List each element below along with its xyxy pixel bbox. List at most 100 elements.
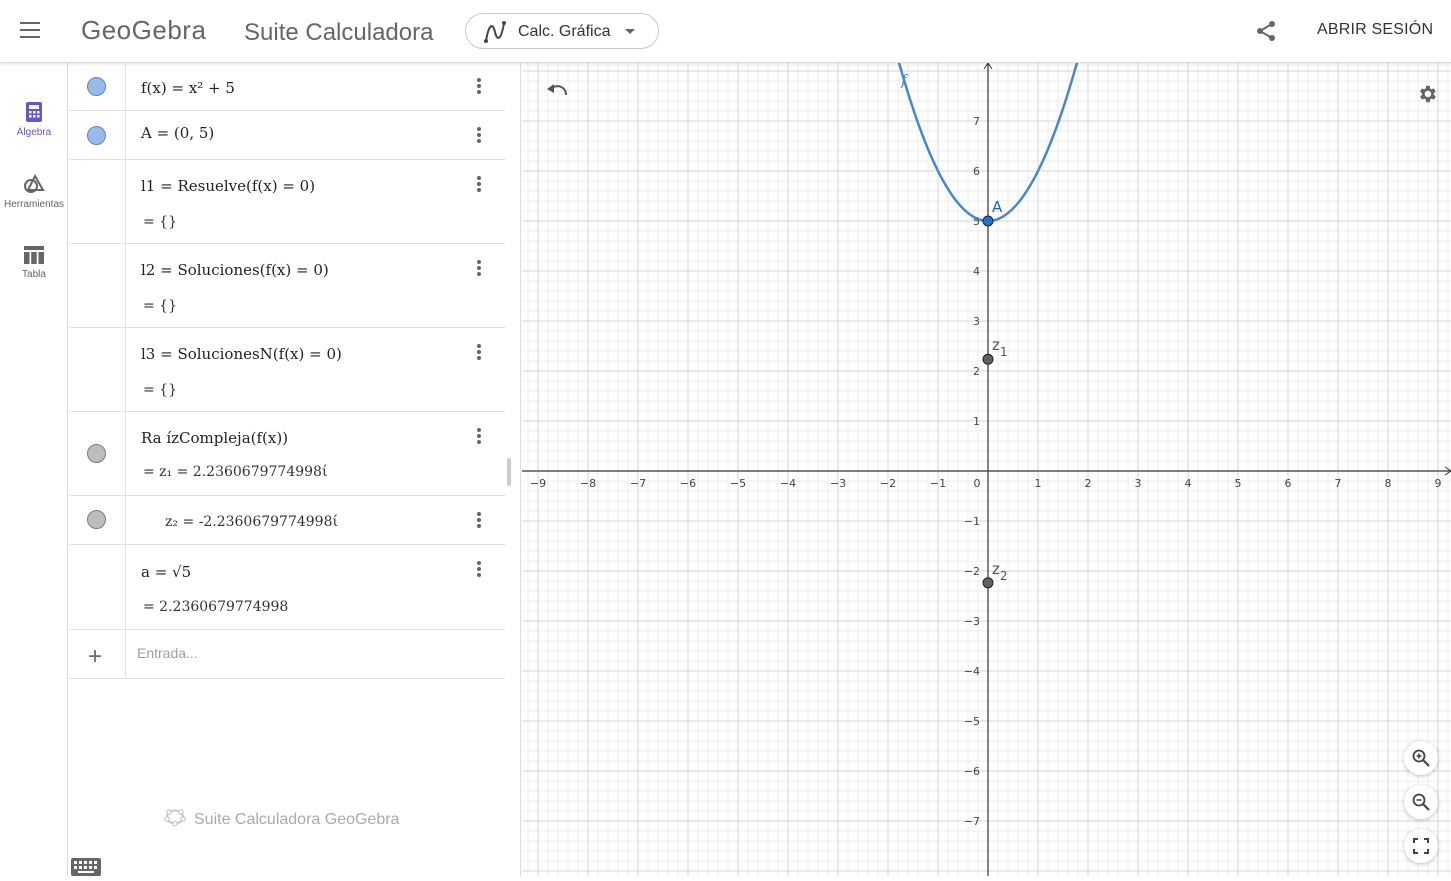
- zoom-out-button[interactable]: [1404, 785, 1438, 819]
- more-vert-icon[interactable]: [474, 260, 484, 280]
- visibility-toggle[interactable]: [87, 126, 106, 145]
- x-tick-label: −8: [580, 477, 596, 490]
- algebra-result: = {}: [143, 298, 177, 314]
- point-label-A: A: [992, 198, 1003, 216]
- algebra-input-row[interactable]: + Entrada...: [69, 630, 505, 679]
- more-vert-icon[interactable]: [474, 176, 484, 196]
- y-tick-label: −6: [964, 765, 980, 778]
- algebra-expression: f(x) = x² + 5: [141, 79, 235, 97]
- add-icon[interactable]: +: [88, 645, 102, 669]
- algebra-row[interactable]: f(x) = x² + 5: [69, 63, 505, 111]
- calculator-icon: [26, 102, 42, 122]
- algebra-row[interactable]: l3 = SolucionesN(f(x) = 0) = {}: [69, 328, 505, 412]
- algebra-expression: a = √5: [141, 563, 192, 581]
- more-vert-icon[interactable]: [474, 344, 484, 364]
- graphics-view[interactable]: −9 −8 −7 −6 −5 −4 −3 −2 −1 0 1 2 3 4 5 6 7 8 9 7 6 5 4 3 2 1 −1 −2−…: [522, 63, 1451, 876]
- x-tick-label: −5: [730, 477, 746, 490]
- point-z2: [982, 577, 994, 589]
- geogebra-logo: GeoGebra: [81, 15, 207, 45]
- y-tick-label: −7: [964, 815, 980, 828]
- x-tick-label: 2: [1085, 477, 1092, 490]
- x-tick-label: −1: [930, 477, 946, 490]
- algebra-row[interactable]: l2 = Soluciones(f(x) = 0) = {}: [69, 244, 505, 328]
- fullscreen-button[interactable]: [1404, 829, 1438, 863]
- algebra-result: = 2.2360679774998: [143, 599, 289, 615]
- y-tick-label: −5: [964, 715, 980, 728]
- zoom-in-button[interactable]: [1404, 741, 1438, 775]
- signin-button[interactable]: ABRIR SESIÓN: [1317, 21, 1433, 39]
- more-vert-icon[interactable]: [474, 512, 484, 532]
- visibility-toggle[interactable]: [87, 444, 106, 463]
- undo-button[interactable]: [538, 75, 572, 109]
- suite-footer-text: Suite Calculadora GeoGebra: [194, 811, 400, 828]
- nav-label-table: Tabla: [22, 269, 46, 280]
- geogebra-logo-icon: [164, 809, 186, 827]
- fullscreen-icon: [1413, 838, 1429, 854]
- y-tick-label: 3: [973, 315, 980, 328]
- settings-button[interactable]: [1408, 75, 1442, 109]
- panel-resize-handle[interactable]: [507, 458, 511, 486]
- coordinate-plane[interactable]: −9 −8 −7 −6 −5 −4 −3 −2 −1 0 1 2 3 4 5 6 7 8 97654321−1−2−…: [522, 63, 1451, 876]
- algebra-expression: z₂ = -2.2360679774998ί: [165, 514, 338, 530]
- visibility-toggle[interactable]: [87, 510, 106, 529]
- point-z1: [982, 353, 994, 365]
- nav-label-algebra: Álgebra: [16, 127, 52, 138]
- y-tick-label: 4: [973, 265, 980, 278]
- algebra-row[interactable]: a = √5 = 2.2360679774998: [69, 545, 505, 630]
- nav-item-algebra[interactable]: Álgebra: [0, 101, 68, 161]
- graph-curve-icon: [484, 21, 506, 43]
- algebra-row[interactable]: z₂ = -2.2360679774998ί: [69, 496, 505, 545]
- point-label-z2: z2: [992, 560, 1008, 583]
- algebra-expression: l1 = Resuelve(f(x) = 0): [141, 177, 316, 195]
- y-tick-label: 7: [973, 115, 980, 128]
- more-vert-icon[interactable]: [474, 78, 484, 98]
- nav-item-table[interactable]: Tabla: [0, 245, 68, 305]
- y-tick-label: −3: [964, 615, 980, 628]
- algebra-row[interactable]: A = (0, 5): [69, 111, 505, 160]
- more-vert-icon[interactable]: [474, 127, 484, 147]
- nav-item-tools[interactable]: Herramientas: [0, 173, 68, 233]
- table-icon: [24, 246, 44, 264]
- x-tick-label: −2: [880, 477, 896, 490]
- x-tick-label: 8: [1385, 477, 1392, 490]
- x-tick-label: −9: [530, 477, 546, 490]
- app-name: Suite Calculadora: [244, 19, 434, 46]
- suite-footer: Suite Calculadora GeoGebra: [164, 807, 399, 829]
- menu-icon[interactable]: [20, 22, 42, 40]
- x-tick-label: 7: [1335, 477, 1342, 490]
- visibility-toggle[interactable]: [87, 77, 106, 96]
- x-tick-label: 5: [1235, 477, 1242, 490]
- y-tick-label: −4: [964, 665, 980, 678]
- x-tick-label: 0: [974, 477, 981, 490]
- undo-icon: [547, 84, 567, 96]
- app-switch-dropdown[interactable]: Calc. Gráfica: [465, 13, 659, 49]
- app-switch-label: Calc. Gráfica: [518, 23, 611, 40]
- x-tick-label: 9: [1435, 477, 1442, 490]
- x-tick-label: −7: [630, 477, 646, 490]
- gear-icon: [1420, 85, 1436, 103]
- more-vert-icon[interactable]: [474, 428, 484, 448]
- chevron-down-icon: [625, 29, 635, 34]
- algebra-view: f(x) = x² + 5 A = (0, 5) l1 = Resuelve(f…: [69, 63, 521, 876]
- keyboard-icon[interactable]: [71, 858, 101, 881]
- algebra-result: = z₁ = 2.2360679774998ί: [143, 464, 328, 480]
- algebra-row[interactable]: Ra ízCompleja(f(x)) = z₁ = 2.23606797749…: [69, 412, 505, 496]
- point-A: [982, 215, 994, 227]
- x-tick-label: −3: [830, 477, 846, 490]
- algebra-result: = {}: [143, 382, 177, 398]
- algebra-row[interactable]: l1 = Resuelve(f(x) = 0) = {}: [69, 160, 505, 244]
- top-header: GeoGebra Suite Calculadora Calc. Gráfica…: [0, 0, 1451, 63]
- share-icon[interactable]: [1254, 19, 1278, 48]
- y-tick-label: 1: [973, 415, 980, 428]
- shapes-icon: [24, 173, 45, 193]
- y-tick-label: 2: [973, 365, 980, 378]
- algebra-input[interactable]: Entrada...: [137, 645, 198, 661]
- algebra-expression: l2 = Soluciones(f(x) = 0): [141, 261, 329, 279]
- nav-rail: Álgebra Herramientas Tabla: [0, 63, 68, 876]
- x-tick-label: −4: [780, 477, 796, 490]
- nav-label-tools: Herramientas: [3, 199, 65, 210]
- zoom-in-icon: [1412, 749, 1430, 767]
- x-tick-label: 6: [1285, 477, 1292, 490]
- x-tick-label: 1: [1035, 477, 1042, 490]
- more-vert-icon[interactable]: [474, 561, 484, 581]
